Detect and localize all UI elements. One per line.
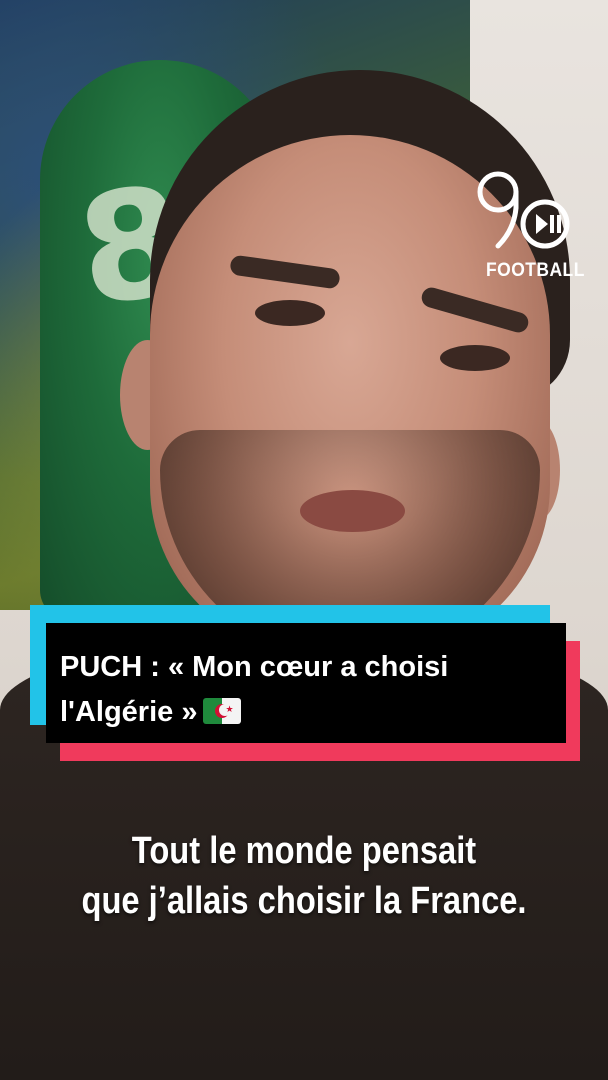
subtitle-line-1: Tout le monde pensait xyxy=(131,830,477,872)
brand-logo[interactable]: FOOTBALL xyxy=(470,168,584,283)
brand-logo-label: FOOTBALL xyxy=(486,260,585,281)
title-line-2: l'Algérie » xyxy=(60,696,198,728)
subtitle-caption: Tout le monde pensait que j’allais chois… xyxy=(43,826,566,926)
algeria-flag-icon: ★ xyxy=(203,698,242,725)
90min-play-pause-logo-icon xyxy=(477,171,570,249)
title-box: PUCH : « Mon cœur a choisi l'Algérie » ★ xyxy=(46,623,566,743)
speaker-eye-right xyxy=(440,345,510,371)
title-line-1: PUCH : « Mon cœur a choisi xyxy=(60,651,449,683)
speaker-eye-left xyxy=(255,300,325,326)
title-banner: PUCH : « Mon cœur a choisi l'Algérie » ★ xyxy=(30,605,582,761)
title-line-2-row: l'Algérie » ★ xyxy=(60,690,550,735)
speaker-mouth xyxy=(300,490,405,532)
subtitle-line-2: que j’allais choisir la France. xyxy=(81,880,527,922)
